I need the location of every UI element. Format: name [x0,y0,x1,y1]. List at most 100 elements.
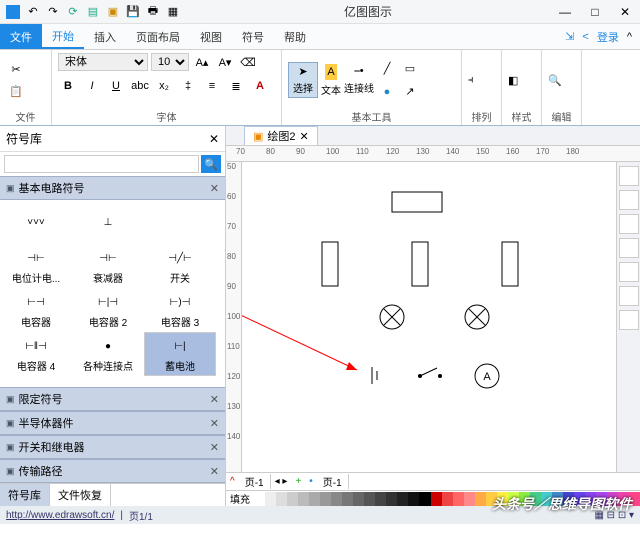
symbol-capacitor-1[interactable]: ⊢⊣电容器 [0,288,72,332]
clear-format-icon[interactable]: ⌫ [238,52,258,72]
print-icon[interactable]: 🖶 [144,3,162,21]
fill-label: 填充 [226,491,254,506]
undo-icon[interactable]: ↶ [24,3,42,21]
rect-icon[interactable]: ▭ [400,59,420,79]
login-link[interactable]: 登录 [597,29,619,45]
accordion-transmission[interactable]: ▣传输路径✕ [0,459,225,483]
symbol-cell[interactable] [144,200,216,244]
symbol-battery[interactable]: ⊢|蓄电池 [144,332,216,376]
underline-icon[interactable]: U [106,76,126,96]
symbol-grid: ˅˅˅ ⊥ ⊣⊢电位计电... ⊣⊢衰减器 ⊣╱⊢开关 ⊢⊣电容器 ⊢|⊣电容器… [0,200,225,387]
save-icon[interactable]: 💾 [124,3,142,21]
connector-label: 连接线 [344,80,374,95]
paste-icon[interactable]: 📋 [6,81,26,101]
page-tab-1[interactable]: 页-1 [239,474,271,489]
grid-icon[interactable]: ▦ [164,3,182,21]
tab-help[interactable]: 帮助 [274,24,316,49]
rside-btn[interactable] [619,238,639,258]
line-icon[interactable]: ╱ [377,59,397,79]
symbol-switch[interactable]: ⊣╱⊢开关 [144,244,216,288]
bold-icon[interactable]: B [58,76,78,96]
refresh-icon[interactable]: ⟳ [64,3,82,21]
rside-btn[interactable] [619,310,639,330]
rside-btn[interactable] [619,190,639,210]
app-icon[interactable] [4,3,22,21]
status-url[interactable]: http://www.edrawsoft.cn/ [6,510,114,521]
symbol-cell[interactable]: ⊥ [72,200,144,244]
symbol-capacitor-3[interactable]: ⊢)⊣电容器 3 [144,288,216,332]
redo-icon[interactable]: ↷ [44,3,62,21]
accordion-switch-relay[interactable]: ▣开关和继电器✕ [0,435,225,459]
tab-home[interactable]: 开始 [42,24,84,49]
symbol-attenuator[interactable]: ⊣⊢衰减器 [72,244,144,288]
tab-page-layout[interactable]: 页面布局 [126,24,190,49]
collapse-ribbon-icon[interactable]: ^ [627,31,632,43]
tab-view[interactable]: 视图 [190,24,232,49]
rside-btn[interactable] [619,262,639,282]
page-tab-2[interactable]: 页-1 [317,474,349,489]
arrange-icon[interactable]: ⫞ [468,74,474,87]
rside-btn[interactable] [619,166,639,186]
accordion-semiconductor[interactable]: ▣半导体器件✕ [0,411,225,435]
file-tab[interactable]: 文件 [0,24,42,49]
document-tab[interactable]: ▣绘图2✕ [244,126,318,145]
export-icon[interactable]: ⇲ [565,30,574,43]
connector-icon[interactable]: ⎯• [354,65,363,78]
maximize-button[interactable]: □ [580,1,610,23]
subscript-icon[interactable]: x₂ [154,76,174,96]
align-icon[interactable]: ≣ [226,76,246,96]
bullets-icon[interactable]: ≡ [202,76,222,96]
arrow-icon[interactable]: ↗ [400,82,420,102]
new-icon[interactable]: ▤ [84,3,102,21]
circle-icon[interactable]: ● [377,82,397,102]
strike-icon[interactable]: abc [130,76,150,96]
canvas-footer: ^ 页-1 ◂ ▸ + • 页-1 [226,472,640,490]
accordion-qualifier[interactable]: ▣限定符号✕ [0,387,225,411]
style-icon[interactable]: ◧ [508,74,518,87]
footer-tab-recovery[interactable]: 文件恢复 [50,484,111,506]
canvas-page[interactable]: A [242,162,616,472]
symbol-cell[interactable]: ▽ [72,376,144,387]
symbol-capacitor-2[interactable]: ⊢|⊣电容器 2 [72,288,144,332]
tab-symbol[interactable]: 符号 [232,24,274,49]
rside-btn[interactable] [619,286,639,306]
search-button[interactable]: 🔍 [201,155,221,173]
pointer-icon[interactable]: ➤ [298,65,307,78]
symbol-cell[interactable]: ˅˅˅ [0,200,72,244]
symbol-junction[interactable]: ●各种连接点 [72,332,144,376]
shrink-font-icon[interactable]: A▾ [215,52,235,72]
tab-close-icon[interactable]: ✕ [300,130,309,143]
find-icon[interactable]: 🔍 [548,74,562,87]
watermark: 头条号／思维导图软件 [492,494,632,514]
close-button[interactable]: ✕ [610,1,640,23]
cut-icon[interactable]: ✂ [6,59,26,79]
open-icon[interactable]: ▣ [104,3,122,21]
svg-text:A: A [483,371,491,383]
text-icon[interactable]: A [325,64,336,80]
italic-icon[interactable]: I [82,76,102,96]
tab-insert[interactable]: 插入 [84,24,126,49]
line-spacing-icon[interactable]: ‡ [178,76,198,96]
group-edit-label: 编辑 [548,108,575,125]
symbol-cell[interactable]: ⏚ [0,376,72,387]
right-toolbar [616,162,640,472]
search-input[interactable] [4,155,199,173]
grow-font-icon[interactable]: A▴ [192,52,212,72]
font-size-select[interactable]: 10 [151,53,189,71]
share-icon[interactable]: < [582,31,588,43]
symbol-potentiometer[interactable]: ⊣⊢电位计电... [0,244,72,288]
font-family-select[interactable]: 宋体 [58,53,148,71]
symbol-cell[interactable] [144,376,216,387]
panel-close-icon[interactable]: ✕ [209,132,219,146]
document-tabs: ▣绘图2✕ [226,126,640,146]
main-area: 符号库 ✕ 🔍 ▣基本电路符号✕ ˅˅˅ ⊥ ⊣⊢电位计电... ⊣⊢衰减器 ⊣… [0,126,640,506]
rside-btn[interactable] [619,214,639,234]
accordion-basic-circuit[interactable]: ▣基本电路符号✕ [0,176,225,200]
footer-tab-library[interactable]: 符号库 [0,484,50,506]
group-file-label: 文件 [6,108,45,125]
panel-footer-tabs: 符号库 文件恢复 [0,483,225,506]
vertical-ruler: 5060708090100110120130140 [226,162,242,472]
symbol-capacitor-4[interactable]: ⊢‖⊣电容器 4 [0,332,72,376]
minimize-button[interactable]: — [550,1,580,23]
font-color-icon[interactable]: A [250,76,270,96]
